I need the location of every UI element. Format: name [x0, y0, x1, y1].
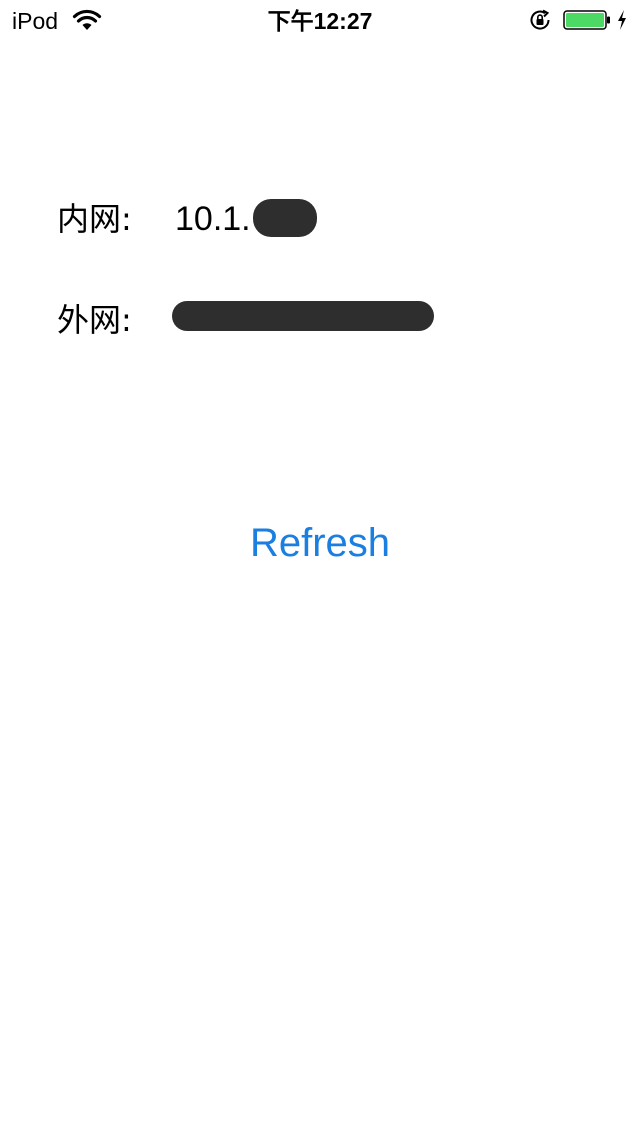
intranet-redaction: [253, 199, 317, 237]
intranet-ip-value: 10.1.: [175, 200, 251, 238]
extranet-redaction: [172, 301, 434, 331]
charging-bolt-icon: [618, 10, 626, 30]
rotation-lock-icon: [530, 9, 550, 30]
intranet-label: 内网:: [57, 200, 132, 238]
extranet-label: 外网:: [57, 301, 132, 339]
status-bar: iPod 下午12:27: [0, 0, 640, 40]
battery-icon: [563, 10, 610, 30]
refresh-button[interactable]: Refresh: [0, 520, 640, 566]
